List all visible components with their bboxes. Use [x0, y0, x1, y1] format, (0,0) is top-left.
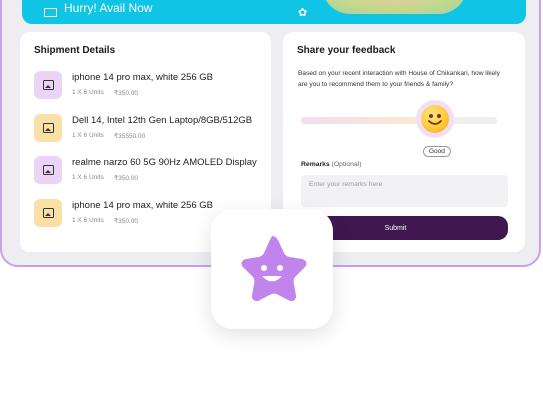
feedback-title: Share your feedback [297, 45, 396, 56]
promo-banner[interactable]: Hurry! Avail Now ✿ [22, 0, 526, 24]
item-price: ₹350.00 [114, 90, 139, 97]
item-name: iphone 14 pro max, white 256 GB [72, 72, 214, 83]
remarks-input[interactable] [301, 175, 508, 207]
product-thumbnail [34, 199, 62, 227]
item-name: Dell 14, Intel 12th Gen Laptop/8GB/512GB [72, 115, 253, 126]
shipment-item[interactable]: realme narzo 60 5G 90Hz AMOLED Display 1… [34, 156, 264, 188]
flower-icon: ✿ [298, 7, 308, 19]
smiling-star-icon [241, 236, 307, 302]
item-price: ₹35550.00 [114, 133, 146, 140]
star-badge [211, 209, 333, 329]
image-icon [42, 80, 54, 90]
item-quantity: 1 X 6 Units [72, 174, 104, 181]
banner-image [322, 0, 467, 14]
rating-slider-track[interactable] [301, 117, 497, 124]
item-price: ₹350.00 [114, 175, 139, 182]
rating-label: Good [423, 146, 451, 157]
shipment-title: Shipment Details [34, 45, 116, 56]
item-name: realme narzo 60 5G 90Hz AMOLED Display [72, 157, 257, 168]
image-icon [42, 208, 54, 218]
banner-text: Hurry! Avail Now [64, 1, 153, 15]
rating-slider-thumb[interactable] [416, 100, 454, 138]
item-quantity: 1 X 6 Units [72, 217, 104, 224]
envelope-icon [44, 8, 57, 17]
item-price: ₹350.00 [114, 218, 139, 225]
remarks-label-text: Remarks [301, 161, 330, 168]
shipment-item[interactable]: Dell 14, Intel 12th Gen Laptop/8GB/512GB… [34, 114, 264, 146]
remarks-label: Remarks (Optional) [301, 161, 361, 168]
product-thumbnail [34, 114, 62, 142]
item-quantity: 1 X 6 Units [72, 89, 104, 96]
product-thumbnail [34, 71, 62, 99]
image-icon [42, 123, 54, 133]
feedback-question: Based on your recent interaction with Ho… [298, 70, 500, 88]
shipment-item[interactable]: iphone 14 pro max, white 256 GB 1 X 6 Un… [34, 71, 264, 103]
image-icon [42, 165, 54, 175]
item-quantity: 1 X 6 Units [72, 132, 104, 139]
product-thumbnail [34, 156, 62, 184]
item-name: iphone 14 pro max, white 256 GB [72, 200, 214, 211]
remarks-optional-text: (Optional) [331, 161, 362, 168]
smiley-emoji-icon [421, 105, 449, 133]
